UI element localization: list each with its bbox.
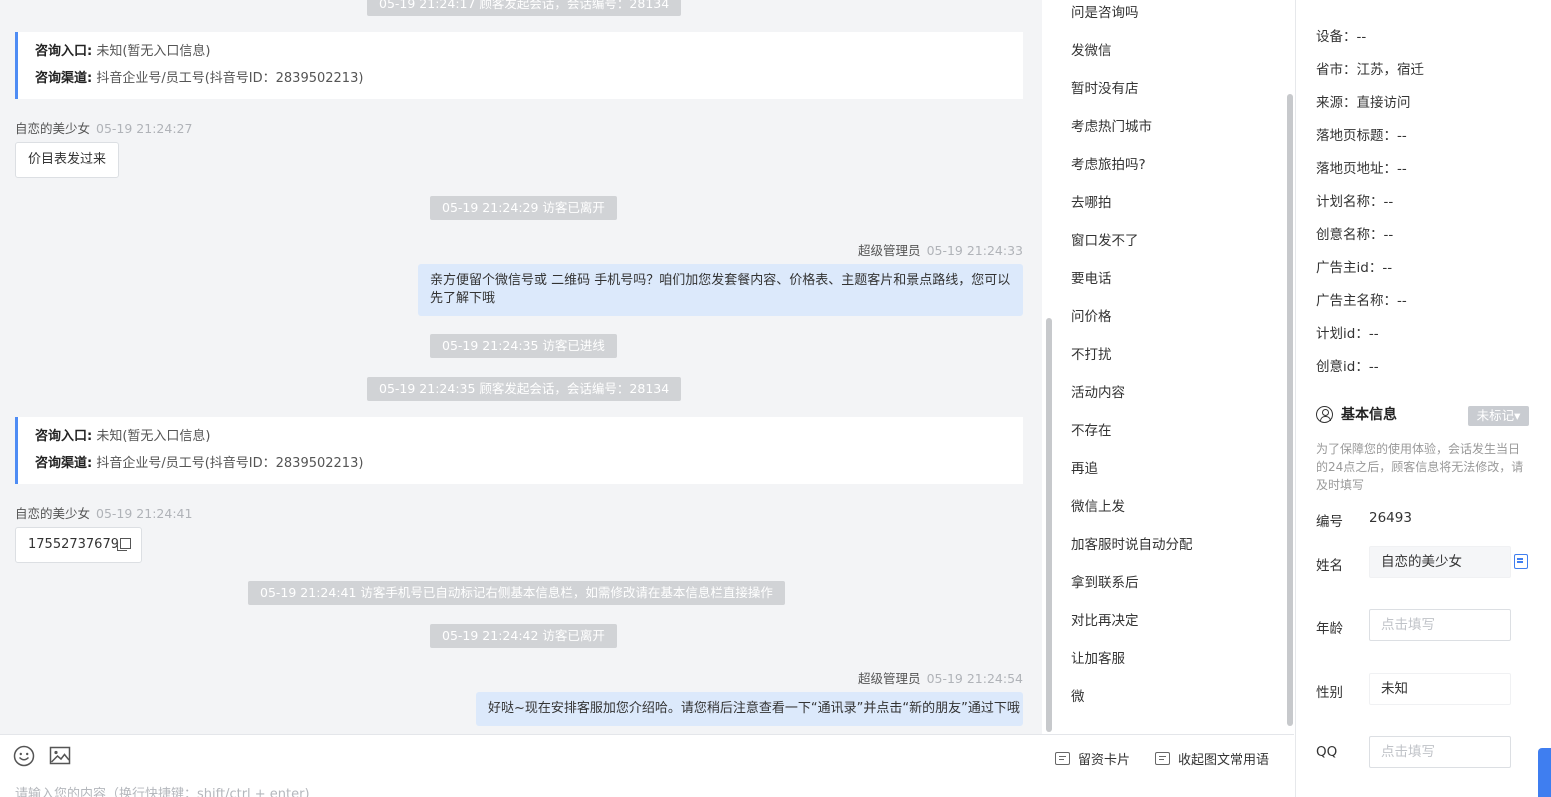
- system-message: 05-19 21:24:41 访客手机号已自动标记右侧基本信息栏，如需修改请在基…: [248, 581, 785, 605]
- quick-reply-item[interactable]: 问是咨询吗: [1071, 1, 1139, 21]
- name-label: 姓名: [1316, 558, 1343, 574]
- card-icon: [1055, 752, 1070, 765]
- info-source: 来源：直接访问: [1316, 95, 1411, 111]
- quick-reply-scrollbar[interactable]: [1287, 94, 1293, 726]
- system-message: 05-19 21:24:35 顾客发起会话，会话编号：28134: [367, 377, 682, 401]
- info-creative-id: 创意id：--: [1316, 359, 1379, 375]
- quick-reply-item[interactable]: 不打扰: [1071, 343, 1112, 363]
- qq-label: QQ: [1316, 744, 1338, 760]
- id-value: 26493: [1369, 510, 1412, 526]
- id-label: 编号: [1316, 514, 1343, 530]
- agent-message-meta: 超级管理员 05-19 21:24:54: [858, 668, 1023, 687]
- quick-reply-item[interactable]: 去哪拍: [1071, 191, 1112, 211]
- visitor-message-phone: 17552737679: [15, 527, 142, 563]
- visitor-message-meta: 自恋的美少女 05-19 21:24:27: [15, 118, 192, 137]
- quick-reply-item[interactable]: 加客服时说自动分配: [1071, 533, 1193, 553]
- quick-reply-item[interactable]: 拿到联系后: [1071, 571, 1139, 591]
- system-message: 05-19 21:24:35 访客已进线: [430, 334, 617, 358]
- system-message: 05-19 21:24:29 访客已离开: [430, 196, 617, 220]
- user-icon: [1316, 405, 1333, 423]
- message-time: 05-19 21:24:54: [926, 671, 1023, 686]
- consult-info-card: 咨询入口: 未知(暂无入口信息) 咨询渠道: 抖音企业号/员工号(抖音号ID：2…: [15, 32, 1023, 99]
- lead-card-button[interactable]: 留资卡片: [1055, 749, 1130, 768]
- age-label: 年龄: [1316, 621, 1343, 637]
- visitor-name: 自恋的美少女: [15, 506, 91, 521]
- quick-reply-item[interactable]: 要电话: [1071, 267, 1112, 287]
- system-message: 05-19 21:24:42 访客已离开: [430, 624, 617, 648]
- info-plan-name: 计划名称：--: [1316, 194, 1394, 210]
- visitor-message: 价目表发过来: [15, 142, 120, 178]
- agent-name: 超级管理员: [858, 243, 921, 258]
- gender-select[interactable]: 未知: [1369, 673, 1511, 705]
- message-input[interactable]: 请输入您的内容（换行快捷键：shift/ctrl + enter): [15, 783, 310, 797]
- entry-label: 咨询入口:: [35, 44, 93, 59]
- quick-reply-item[interactable]: 微信上发: [1071, 495, 1125, 515]
- agent-message: 亲方便留个微信号或 二维码 手机号吗？咱们加您发套餐内容、价格表、主题客片和景点…: [418, 264, 1023, 316]
- basic-info-header: 基本信息: [1316, 404, 1397, 424]
- quick-reply-item[interactable]: 考虑旅拍吗?: [1071, 153, 1146, 173]
- mark-dropdown[interactable]: 未标记▾: [1468, 406, 1529, 426]
- qq-input[interactable]: 点击填写: [1369, 736, 1511, 768]
- message-time: 05-19 21:24:33: [926, 243, 1023, 258]
- quick-reply-item[interactable]: 窗口发不了: [1071, 229, 1139, 249]
- agent-message-meta: 超级管理员 05-19 21:24:33: [858, 240, 1023, 259]
- info-landing-title: 落地页标题：--: [1316, 128, 1407, 144]
- edit-notice: 为了保障您的使用体验，会话发生当日的24点之后，顾客信息将无法修改，请及时填写: [1316, 442, 1524, 492]
- gender-label: 性别: [1316, 685, 1343, 701]
- channel-label: 咨询渠道:: [35, 71, 93, 86]
- collapse-phrases-button[interactable]: 收起图文常用语: [1155, 749, 1269, 768]
- age-input[interactable]: 点击填写: [1369, 609, 1511, 641]
- message-time: 05-19 21:24:27: [96, 121, 193, 136]
- copy-icon[interactable]: [116, 538, 131, 551]
- floating-side-button[interactable]: [1538, 748, 1551, 797]
- visitor-name: 自恋的美少女: [15, 121, 91, 136]
- agent-message: 好哒~现在安排客服加您介绍哈。请您稍后注意查看一下“通讯录”并点击“新的朋友”通…: [476, 692, 1023, 726]
- info-advertiser-id: 广告主id：--: [1316, 260, 1393, 276]
- emoji-icon[interactable]: [13, 745, 35, 767]
- info-device: 设备：--: [1316, 29, 1367, 45]
- phrases-icon: [1155, 752, 1170, 765]
- channel-value: 抖音企业号/员工号(抖音号ID：2839502213): [96, 71, 364, 86]
- agent-name: 超级管理员: [858, 671, 921, 686]
- message-composer: 留资卡片 收起图文常用语 请输入您的内容（换行快捷键：shift/ctrl + …: [0, 734, 1294, 797]
- copy-icon[interactable]: [1514, 554, 1528, 569]
- quick-reply-item[interactable]: 暂时没有店: [1071, 77, 1139, 97]
- quick-reply-item[interactable]: 让加客服: [1071, 647, 1125, 667]
- chat-area: 05-19 21:24:17 顾客发起会话，会话编号：28134 咨询入口: 未…: [0, 0, 1042, 734]
- info-landing-url: 落地页地址：--: [1316, 161, 1407, 177]
- quick-reply-item[interactable]: 再追: [1071, 457, 1098, 477]
- quick-reply-list: 问是咨询吗 发微信 暂时没有店 考虑热门城市 考虑旅拍吗? 去哪拍 窗口发不了 …: [1052, 0, 1294, 734]
- quick-reply-item[interactable]: 考虑热门城市: [1071, 115, 1152, 135]
- quick-reply-item[interactable]: 微: [1071, 685, 1085, 705]
- entry-value: 未知(暂无入口信息): [96, 429, 211, 444]
- quick-reply-item[interactable]: 不存在: [1071, 419, 1112, 439]
- image-icon[interactable]: [49, 745, 71, 767]
- quick-reply-item[interactable]: 发微信: [1071, 39, 1112, 59]
- entry-label: 咨询入口:: [35, 429, 93, 444]
- info-creative-name: 创意名称：--: [1316, 227, 1394, 243]
- message-time: 05-19 21:24:41: [96, 506, 193, 521]
- visitor-message-meta: 自恋的美少女 05-19 21:24:41: [15, 503, 192, 522]
- quick-reply-item[interactable]: 对比再决定: [1071, 609, 1139, 629]
- info-province-city: 省市：江苏，宿迁: [1316, 62, 1424, 78]
- channel-value: 抖音企业号/员工号(抖音号ID：2839502213): [96, 456, 364, 471]
- quick-reply-item[interactable]: 问价格: [1071, 305, 1112, 325]
- info-advertiser-name: 广告主名称：--: [1316, 293, 1407, 309]
- info-plan-id: 计划id：--: [1316, 326, 1379, 342]
- customer-info-panel: 设备：-- 省市：江苏，宿迁 来源：直接访问 落地页标题：-- 落地页地址：--…: [1295, 0, 1551, 797]
- entry-value: 未知(暂无入口信息): [96, 44, 211, 59]
- phone-text: 17552737679: [28, 537, 119, 552]
- quick-reply-item[interactable]: 活动内容: [1071, 381, 1125, 401]
- consult-info-card: 咨询入口: 未知(暂无入口信息) 咨询渠道: 抖音企业号/员工号(抖音号ID：2…: [15, 417, 1023, 484]
- channel-label: 咨询渠道:: [35, 456, 93, 471]
- name-field[interactable]: 自恋的美少女: [1369, 546, 1511, 578]
- system-message: 05-19 21:24:17 顾客发起会话，会话编号：28134: [367, 0, 682, 16]
